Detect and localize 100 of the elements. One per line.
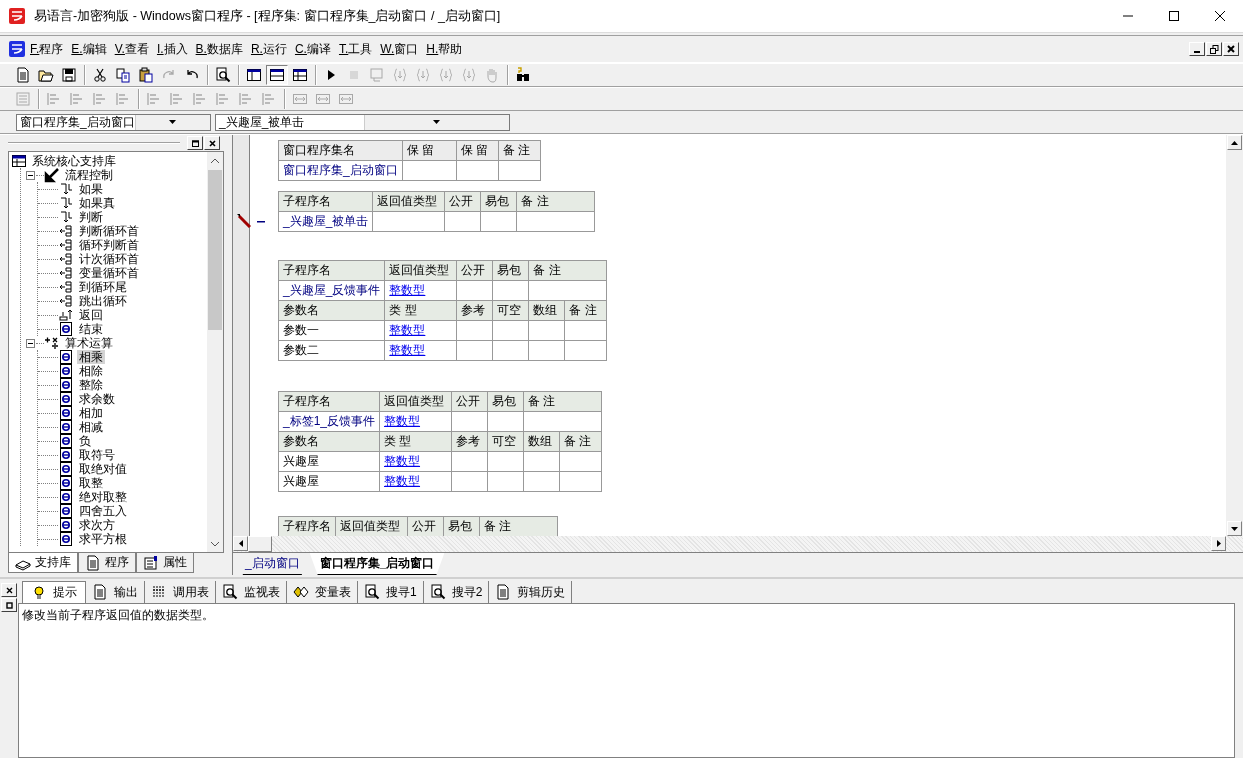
dropdown[interactable]: 窗口程序集_启动窗口 <box>16 113 211 131</box>
panel-tab[interactable]: 提示 <box>22 581 86 603</box>
align-icon <box>215 91 231 107</box>
collapse-icon[interactable] <box>26 170 35 180</box>
lightbulb-icon <box>31 584 47 601</box>
column-header: 参考 <box>452 432 489 452</box>
tree-item[interactable]: 到循环尾 <box>77 280 129 294</box>
name-cell[interactable]: _兴趣屋_反馈事件 <box>279 281 386 301</box>
arrow-right-icon <box>1216 540 1221 547</box>
page-search-icon <box>215 67 231 83</box>
type-link[interactable]: 整数型 <box>385 281 458 301</box>
tree-item[interactable]: 返回 <box>77 308 105 322</box>
tree-root[interactable]: 系统核心支持库 <box>30 154 118 168</box>
type-link[interactable]: 整数型 <box>380 472 453 492</box>
column-header: 可空 <box>493 301 530 321</box>
table-cell <box>529 321 566 341</box>
hint-text: 修改当前子程序返回值的数据类型。 <box>18 603 1235 758</box>
menu-item[interactable]: F.程序 <box>26 40 68 58</box>
menu-item[interactable]: I.插入 <box>152 40 192 58</box>
parameter-name: 兴趣屋 <box>279 452 381 472</box>
type-link[interactable]: 整数型 <box>380 452 453 472</box>
tree-category[interactable]: 算术运算 <box>63 336 115 350</box>
resize-icon <box>315 91 331 107</box>
list-icon <box>151 584 167 600</box>
tree-item[interactable]: 判断 <box>77 210 105 224</box>
brace-arrow-icon <box>438 67 454 83</box>
column-header: 公开 <box>452 392 489 412</box>
tree-item[interactable]: 整除 <box>77 378 105 392</box>
binoculars-icon <box>515 67 531 83</box>
collapse-icon[interactable] <box>26 338 35 348</box>
table-cell <box>529 341 566 361</box>
tree-item[interactable]: 如果 <box>77 182 105 196</box>
menu-item[interactable]: R.运行 <box>246 40 291 58</box>
panel-tab[interactable]: 程序 <box>78 553 136 573</box>
vertical-scrollbar[interactable] <box>207 152 223 552</box>
branch-icon <box>58 181 74 197</box>
table-cell <box>457 341 494 361</box>
menu-item[interactable]: H.帮助 <box>422 40 467 58</box>
tree-item[interactable]: 相加 <box>77 406 105 420</box>
tree-item[interactable]: 求余数 <box>77 392 117 406</box>
tree-item[interactable]: 循环判断首 <box>77 238 141 252</box>
tree-item[interactable]: 跳出循环 <box>77 294 129 308</box>
menu-item[interactable]: E.编辑 <box>67 40 111 58</box>
tree-item[interactable]: 绝对取整 <box>77 490 129 504</box>
tree-item[interactable]: 相除 <box>77 364 105 378</box>
column-header: 保 留 <box>456 141 499 161</box>
scroll-down-button[interactable] <box>1227 521 1242 536</box>
type-link[interactable]: 整数型 <box>380 412 453 432</box>
type-link[interactable]: 整数型 <box>385 321 458 341</box>
table-cell <box>565 321 608 341</box>
menu-item[interactable]: C.编译 <box>290 40 335 58</box>
close-button[interactable] <box>204 136 220 150</box>
scroll-up-button[interactable] <box>1227 135 1242 150</box>
vertical-scrollbar[interactable] <box>1226 135 1243 536</box>
tree-item[interactable]: 相减 <box>77 420 105 434</box>
maximize-button[interactable] <box>187 136 203 150</box>
tree-item[interactable]: 相乘 <box>77 350 105 364</box>
column-header: 易包 <box>444 517 480 536</box>
panel-tab[interactable]: 属性 <box>136 553 194 573</box>
tree-item[interactable]: 求平方根 <box>77 532 129 546</box>
name-cell[interactable]: _标签1_反馈事件 <box>279 412 381 432</box>
minimize-button[interactable] <box>1189 42 1205 56</box>
tree-item[interactable]: 取整 <box>77 476 105 490</box>
horizontal-scrollbar[interactable] <box>233 536 1243 552</box>
toolbar-button[interactable] <box>266 65 288 85</box>
panel-tab[interactable]: 支持库 <box>8 553 78 573</box>
tree-item[interactable]: 判断循环首 <box>77 224 141 238</box>
scrollbar-thumb[interactable] <box>248 536 272 552</box>
menu-item[interactable]: W.窗口 <box>376 40 423 58</box>
column-header: 类 型 <box>380 432 453 452</box>
close-button[interactable] <box>1 583 17 597</box>
menu-item[interactable]: V.查看 <box>110 40 153 58</box>
tree-item[interactable]: 取符号 <box>77 448 117 462</box>
tree-item[interactable]: 结束 <box>77 322 105 336</box>
restore-button[interactable] <box>1206 42 1222 56</box>
tree-item[interactable]: 求次方 <box>77 518 117 532</box>
tree-item[interactable]: 取绝对值 <box>77 462 129 476</box>
document-e-icon <box>58 321 74 337</box>
type-link[interactable]: 整数型 <box>385 341 458 361</box>
close-button[interactable] <box>1223 42 1239 56</box>
name-cell[interactable]: _兴趣屋_被单击 <box>279 212 374 232</box>
scroll-left-button[interactable] <box>233 536 248 551</box>
tree-item[interactable]: 变量循环首 <box>77 266 141 280</box>
tree-item[interactable]: 如果真 <box>77 196 117 210</box>
tree-category[interactable]: 流程控制 <box>63 168 115 182</box>
dropdown[interactable]: _兴趣屋_被单击 <box>215 113 510 131</box>
column-header: 参考 <box>457 301 494 321</box>
scrollbar-thumb[interactable] <box>208 170 222 330</box>
tree-item[interactable]: 负 <box>77 434 93 448</box>
align-icon <box>238 91 254 107</box>
menu-item[interactable]: T.工具 <box>334 40 377 58</box>
editor-tab[interactable]: 窗口程序集_启动窗口 <box>309 553 445 575</box>
scroll-right-button[interactable] <box>1211 536 1226 551</box>
tree-item[interactable]: 四舍五入 <box>77 504 129 518</box>
menu-item[interactable]: B.数据库 <box>191 40 247 58</box>
math-icon <box>44 335 60 351</box>
name-cell[interactable]: 窗口程序集_启动窗口 <box>279 161 403 181</box>
search-icon <box>222 584 238 600</box>
tree-item[interactable]: 计次循环首 <box>77 252 141 266</box>
maximize-button[interactable] <box>1 598 17 612</box>
